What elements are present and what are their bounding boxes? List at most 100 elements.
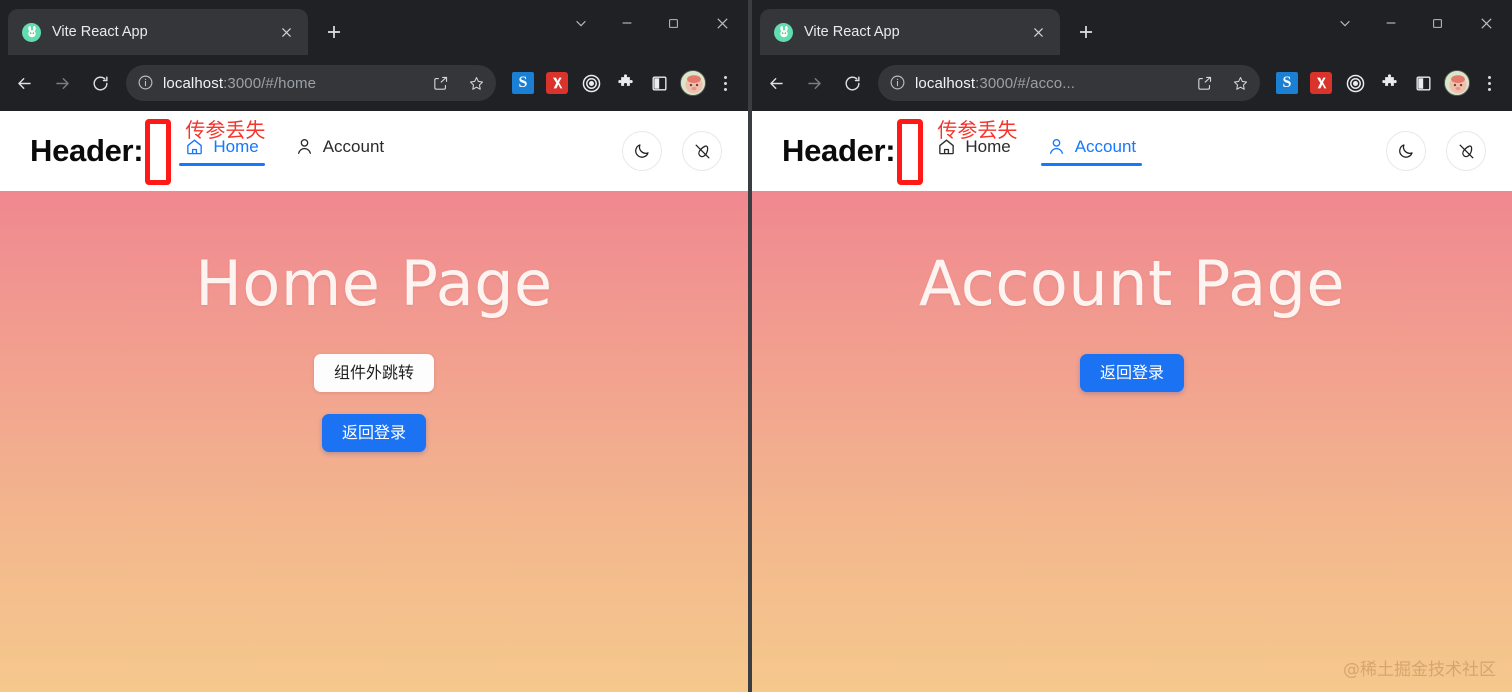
ext-sidepanel-icon[interactable]: [1408, 68, 1438, 98]
star-icon[interactable]: [462, 69, 490, 97]
page-content-right: Account Page 返回登录 @稀土掘金技术社区: [752, 191, 1512, 692]
nav-item-home[interactable]: Home: [937, 136, 1011, 166]
url-host: localhost: [915, 74, 976, 92]
new-tab-button[interactable]: [318, 16, 350, 48]
bunny-favicon: [22, 22, 41, 42]
jump-outside-component-button[interactable]: 组件外跳转: [313, 354, 434, 392]
dark-mode-toggle[interactable]: [622, 131, 662, 171]
browser-window-right: Vite React App localhost:3000/#/acco... …: [752, 0, 1512, 692]
page-header-title: Header:: [782, 133, 896, 168]
ext-red-icon[interactable]: [1306, 68, 1336, 98]
bunny-favicon: [774, 22, 793, 42]
tab-search-icon[interactable]: [558, 0, 604, 46]
url-text: localhost:3000/#/acco...: [915, 75, 1182, 92]
window-controls-left: [558, 0, 748, 46]
address-bar-left[interactable]: localhost:3000/#/home: [126, 65, 496, 101]
forward-arrow-icon[interactable]: [796, 65, 832, 101]
page-content-left: Home Page 组件外跳转 返回登录: [0, 191, 748, 692]
browser-window-left: Vite React App localhost:3000/#/home S H…: [0, 0, 752, 692]
tab-title: Vite React App: [52, 24, 148, 40]
page-title: Home Page: [195, 247, 553, 320]
browser-toolbar-right: localhost:3000/#/acco... S: [752, 55, 1512, 111]
dual-browser-screenshot: Vite React App localhost:3000/#/home S H…: [0, 0, 1512, 692]
ext-puzzle-icon[interactable]: [610, 68, 640, 98]
app-header-right: Header: 传参丢失 Home Account: [752, 111, 1512, 191]
kebab-menu-icon[interactable]: [712, 68, 738, 98]
watermark: @稀土掘金技术社区: [1343, 660, 1496, 680]
tab-close-icon[interactable]: [1026, 20, 1050, 44]
header-actions-left: [622, 131, 722, 171]
maximize-icon[interactable]: [1414, 0, 1460, 46]
person-icon: [1047, 137, 1066, 156]
url-rest: :3000/#/home: [223, 74, 317, 92]
url-host: localhost: [163, 74, 224, 92]
url-text: localhost:3000/#/home: [163, 75, 418, 92]
ext-sidepanel-icon[interactable]: [644, 68, 674, 98]
person-icon: [295, 137, 314, 156]
brush-off-toggle[interactable]: [682, 131, 722, 171]
nav-item-label: Account: [322, 136, 385, 156]
brush-off-toggle[interactable]: [1446, 131, 1486, 171]
app-nav-left: Home Account: [179, 136, 384, 166]
reload-icon[interactable]: [834, 65, 870, 101]
forward-arrow-icon[interactable]: [44, 65, 80, 101]
header-actions-right: [1386, 131, 1486, 171]
page-viewport-left: Header: 传参丢失 Home Account Home Page 组件外跳…: [0, 111, 748, 692]
nav-item-account[interactable]: Account: [295, 137, 384, 166]
nav-item-label: Home: [213, 136, 259, 156]
app-header-left: Header: 传参丢失 Home Account: [0, 111, 748, 191]
annotation-redbox: [145, 119, 172, 185]
share-icon[interactable]: [1190, 69, 1218, 97]
ext-target-icon[interactable]: [576, 68, 606, 98]
button-stack-right: 返回登录: [1079, 354, 1184, 392]
home-icon: [185, 137, 204, 156]
maximize-icon[interactable]: [650, 0, 696, 46]
site-info-icon[interactable]: [889, 74, 907, 92]
ext-s-icon[interactable]: S: [508, 68, 538, 98]
star-icon[interactable]: [1226, 69, 1254, 97]
nav-item-account[interactable]: Account: [1040, 136, 1143, 166]
dark-mode-toggle[interactable]: [1386, 131, 1426, 171]
minimize-icon[interactable]: [604, 0, 650, 46]
kebab-menu-icon[interactable]: [1476, 68, 1502, 98]
home-icon: [937, 137, 956, 156]
tab-strip-right: Vite React App: [752, 0, 1512, 55]
nav-item-label: Home: [965, 136, 1011, 156]
reload-icon[interactable]: [82, 65, 118, 101]
tab-title: Vite React App: [804, 24, 900, 40]
profile-avatar[interactable]: [678, 68, 708, 98]
back-arrow-icon[interactable]: [758, 65, 794, 101]
nav-item-home[interactable]: Home: [179, 136, 266, 166]
new-tab-button[interactable]: [1070, 16, 1102, 48]
window-close-icon[interactable]: [696, 0, 748, 46]
tab-close-icon[interactable]: [274, 20, 298, 44]
button-stack-left: 组件外跳转 返回登录: [313, 354, 434, 452]
profile-avatar[interactable]: [1442, 68, 1472, 98]
app-nav-right: Home Account: [937, 136, 1143, 166]
address-bar-right[interactable]: localhost:3000/#/acco...: [878, 65, 1260, 101]
page-title: Account Page: [918, 247, 1346, 320]
browser-toolbar-left: localhost:3000/#/home S: [0, 55, 748, 111]
browser-tab-right[interactable]: Vite React App: [760, 9, 1060, 55]
site-info-icon[interactable]: [137, 74, 155, 92]
minimize-icon[interactable]: [1368, 0, 1414, 46]
return-to-login-button[interactable]: 返回登录: [321, 414, 426, 452]
ext-target-icon[interactable]: [1340, 68, 1370, 98]
return-to-login-button[interactable]: 返回登录: [1079, 354, 1184, 392]
ext-puzzle-icon[interactable]: [1374, 68, 1404, 98]
ext-red-icon[interactable]: [542, 68, 572, 98]
nav-wrapper-left: 传参丢失 Home Account: [179, 118, 384, 166]
annotation-redbox: [897, 119, 924, 185]
share-icon[interactable]: [426, 69, 454, 97]
page-viewport-right: Header: 传参丢失 Home Account Account Page 返…: [752, 111, 1512, 692]
tab-strip-left: Vite React App: [0, 0, 748, 55]
window-close-icon[interactable]: [1460, 0, 1512, 46]
nav-wrapper-right: 传参丢失 Home Account: [937, 118, 1143, 166]
window-controls-right: [1322, 0, 1512, 46]
url-rest: :3000/#/acco...: [975, 74, 1076, 92]
ext-s-icon[interactable]: S: [1272, 68, 1302, 98]
back-arrow-icon[interactable]: [6, 65, 42, 101]
nav-item-label: Account: [1074, 136, 1137, 156]
tab-search-icon[interactable]: [1322, 0, 1368, 46]
browser-tab-left[interactable]: Vite React App: [8, 9, 308, 55]
